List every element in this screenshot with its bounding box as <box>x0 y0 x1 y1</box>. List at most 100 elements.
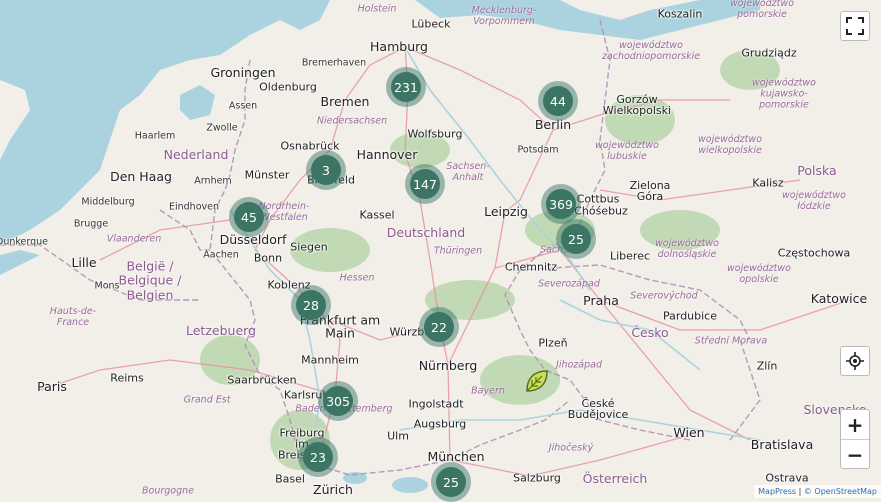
city-label: Cottbus <box>576 192 620 206</box>
city-label: Bonn <box>253 251 283 265</box>
country-label: Polska <box>797 162 837 178</box>
cluster-count: 369 <box>546 189 576 219</box>
city-label: Zlín <box>756 359 778 373</box>
zoom-out-button[interactable]: − <box>841 440 869 469</box>
cluster-count: 28 <box>296 290 326 320</box>
city-label: Ostrava <box>765 471 809 485</box>
region-label: województwo zachodniopomorskie <box>601 40 701 62</box>
cluster-count: 25 <box>561 224 591 254</box>
cluster-marker[interactable]: 28 <box>291 285 331 325</box>
city-label: Bremerhaven <box>301 57 367 69</box>
city-label: Liberec <box>609 249 651 263</box>
region-label: Niedersachsen <box>316 115 388 127</box>
city-label: Zielona Góra <box>629 179 671 203</box>
city-label: Bratislava <box>750 436 814 452</box>
cluster-marker[interactable]: 231 <box>386 67 426 107</box>
region-label: Grand Est <box>183 394 231 406</box>
city-label: Oldenburg <box>259 80 317 94</box>
city-label: Eindhoven <box>168 201 220 213</box>
city-label: Kassel <box>359 208 395 222</box>
city-label: Potsdam <box>517 144 559 156</box>
cluster-count: 231 <box>391 72 421 102</box>
cluster-marker[interactable]: 25 <box>431 462 471 502</box>
region-label: województwo dolnośląskie <box>655 238 719 260</box>
city-label: Grudziądz <box>741 46 797 60</box>
cluster-count: 305 <box>323 386 353 416</box>
cluster-count: 3 <box>311 155 341 185</box>
cluster-marker[interactable]: 3 <box>306 150 346 190</box>
locate-button[interactable] <box>840 346 870 376</box>
cluster-marker[interactable]: 22 <box>419 307 459 347</box>
city-label: Pardubice <box>662 309 718 323</box>
city-label: Münster <box>244 168 290 182</box>
osm-link[interactable]: © OpenStreetMap <box>804 487 877 496</box>
region-label: Mecklenburg-Vorpommern <box>471 5 537 27</box>
attribution-separator: | <box>798 487 802 496</box>
city-label: Assen <box>228 100 258 112</box>
cluster-count: 25 <box>436 467 466 497</box>
cluster-marker[interactable]: 25 <box>556 219 596 259</box>
region-label: Hessen <box>339 272 375 284</box>
region-label: Sachsen-Anhalt <box>446 161 490 183</box>
zoom-in-button[interactable]: + <box>841 410 869 440</box>
city-label: Den Haag <box>110 168 172 184</box>
region-label: województwo kujawsko-pomorskie <box>752 77 816 111</box>
city-label: Ulm <box>387 429 409 443</box>
city-label: Brugge <box>73 218 109 230</box>
city-label: Wien <box>673 424 705 440</box>
city-label: Paris <box>37 378 67 394</box>
region-label: województwo pomorskie <box>730 0 794 20</box>
city-label: Berlin <box>534 116 572 132</box>
country-label: Nederland <box>163 146 229 162</box>
fullscreen-button[interactable] <box>840 11 870 41</box>
city-label: Wolfsburg <box>407 127 463 141</box>
region-label: Severozápad <box>538 278 600 290</box>
city-label: Plzeň <box>538 336 568 350</box>
city-label: Leipzig <box>484 203 528 219</box>
city-label: Arnhem <box>194 175 232 187</box>
region-label: województwo łódzkie <box>782 190 846 212</box>
city-label: Bremen <box>320 93 370 109</box>
city-label: Basel <box>275 472 305 486</box>
mappress-link[interactable]: MapPress <box>758 487 796 496</box>
city-label: Lübeck <box>411 17 451 31</box>
cluster-marker[interactable]: 305 <box>318 381 358 421</box>
cluster-marker[interactable]: 44 <box>538 81 578 121</box>
country-label: Letzebuerg <box>186 322 256 338</box>
cluster-count: 23 <box>303 442 333 472</box>
city-label: Gorzów Wielkopolski <box>602 93 672 117</box>
fullscreen-icon <box>846 17 864 35</box>
city-label: Zwolle <box>206 122 238 134</box>
cluster-marker[interactable]: 147 <box>405 164 445 204</box>
region-label: Thüringen <box>433 245 483 257</box>
city-label: Częstochowa <box>777 246 851 260</box>
city-label: Aachen <box>203 249 239 261</box>
region-label: Jihozápad <box>556 359 602 371</box>
region-label: Jihočeský <box>548 442 594 454</box>
region-label: Vlaanderen <box>106 233 162 245</box>
city-label: München <box>427 448 485 464</box>
city-label: Dunkerque <box>0 236 48 248</box>
cluster-marker[interactable]: 45 <box>229 197 269 237</box>
city-label: Reims <box>110 371 144 385</box>
cluster-marker[interactable]: 369 <box>541 184 581 224</box>
city-label: Mannheim <box>301 353 359 367</box>
city-label: Praha <box>583 292 619 308</box>
cluster-count: 44 <box>543 86 573 116</box>
country-label: Österreich <box>582 470 648 486</box>
region-label: Bayern <box>471 385 505 397</box>
city-label: Saarbrücken <box>227 373 297 387</box>
region-label: województwo lubuskie <box>595 140 659 162</box>
region-label: Hauts-de-France <box>49 306 97 328</box>
city-label: Middelburg <box>81 196 135 208</box>
city-label: Siegen <box>290 240 328 254</box>
cluster-count: 45 <box>234 202 264 232</box>
cluster-marker[interactable]: 23 <box>298 437 338 477</box>
city-label: Salzburg <box>513 471 561 485</box>
leaf-marker-icon[interactable] <box>524 368 550 398</box>
city-label: Ingolstadt <box>408 397 464 411</box>
city-label: Augsburg <box>413 417 467 431</box>
city-label: Zürich <box>313 481 353 497</box>
cluster-count: 147 <box>410 169 440 199</box>
region-label: Bourgogne <box>142 485 194 497</box>
